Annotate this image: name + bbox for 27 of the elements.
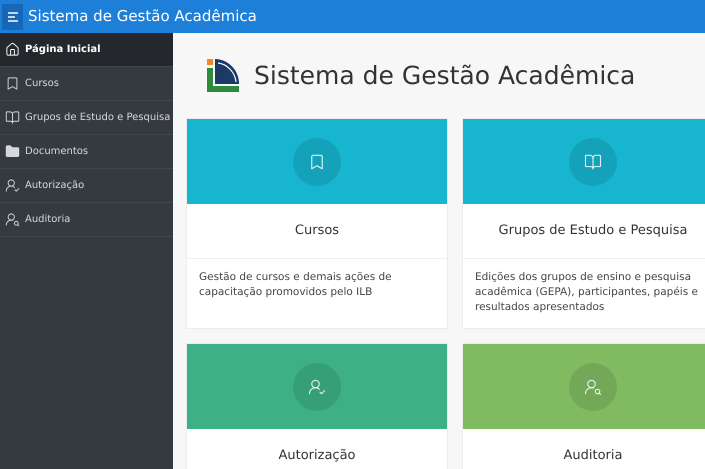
sidebar-item[interactable]: Página Inicial	[0, 33, 173, 67]
module-card[interactable]: Autorização	[186, 343, 448, 469]
card-title: Cursos	[294, 222, 340, 240]
page-title: Sistema de Gestão Acadêmica	[254, 60, 636, 92]
sidebar-item[interactable]: Documentos	[0, 135, 173, 169]
bookmark-icon	[5, 76, 20, 91]
menu-icon	[6, 12, 18, 22]
card-description: Edições dos grupos de ensino e pesquisa acadêmica (GEPA), participantes, papéis e resultados apresentados	[475, 270, 699, 315]
module-card[interactable]: Auditoria	[462, 343, 705, 469]
user-check-icon	[308, 378, 326, 396]
home-icon	[5, 42, 20, 57]
card-title: Auditoria	[564, 447, 622, 466]
module-card[interactable]: Grupos de Estudo e Pesquisa Edições dos grupos de ensino e pesquisa acadêmica (GEPA), participantes, papéis e resultados apresentados	[462, 118, 705, 329]
book-icon	[5, 110, 20, 125]
user-check-icon	[5, 178, 20, 193]
card-title: Grupos de Estudo e Pesquisa	[498, 222, 688, 240]
book-icon	[584, 152, 602, 170]
card-title: Autorização	[278, 447, 356, 466]
app-title: Sistema de Gestão Acadêmica	[28, 6, 257, 28]
bookmark-icon	[308, 152, 326, 170]
module-card[interactable]: Cursos Gestão de cursos e demais ações de capacitação promovidos pelo ILB	[186, 118, 448, 329]
folder-icon	[5, 144, 20, 159]
card-description: Gestão de cursos e demais ações de capacitação promovidos pelo ILB	[199, 270, 393, 300]
menu-button[interactable]	[2, 4, 23, 30]
user-search-icon	[584, 378, 602, 396]
user-search-icon	[5, 212, 20, 227]
logo-icon	[206, 56, 242, 94]
